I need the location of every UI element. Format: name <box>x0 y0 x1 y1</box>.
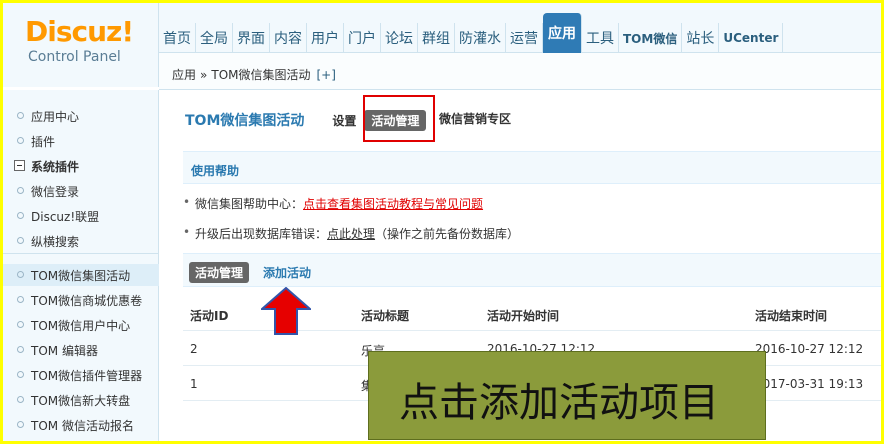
column-header-title: 活动标题 <box>361 309 410 323</box>
breadcrumb-separator: » <box>200 68 208 82</box>
bullet-icon: • <box>183 225 191 239</box>
topnav-item[interactable]: 群组 <box>418 23 455 53</box>
topnav-item[interactable]: 运营 <box>506 23 543 53</box>
help-row-db-error: • 升级后出现数据库错误：点此处理（操作之前先备份数据库） <box>183 225 520 242</box>
bullet-icon <box>17 421 24 428</box>
activity-manage-button[interactable]: 活动管理 <box>189 262 250 283</box>
topnav-item[interactable]: 首页 <box>159 23 196 53</box>
sidebar-item-tom-editor[interactable]: TOM 编辑器 <box>3 339 159 361</box>
bullet-icon <box>17 237 24 244</box>
cell-id: 2 <box>190 342 198 356</box>
help-row-text: 微信集图帮助中心： <box>195 197 304 211</box>
db-fix-link[interactable]: 点此处理 <box>327 227 375 241</box>
sidebar-item-tom-user-center[interactable]: TOM微信用户中心 <box>3 314 159 336</box>
bullet-icon: • <box>183 195 191 209</box>
sidebar-item-label: TOM微信用户中心 <box>31 318 131 333</box>
sidebar-item-label: 系统插件 <box>31 159 80 174</box>
cell-id: 1 <box>190 377 198 391</box>
bullet-icon <box>17 321 24 328</box>
callout-text: 点击添加活动项目 <box>399 380 719 426</box>
help-row-text: 升级后出现数据库错误： <box>195 227 328 241</box>
bullet-icon <box>17 137 24 144</box>
topnav-item[interactable]: 用户 <box>307 23 344 53</box>
sidebar-item-discuz-union[interactable]: Discuz!联盟 <box>3 205 159 227</box>
logo[interactable]: Discuz! Control Panel <box>3 3 159 87</box>
help-header-label: 使用帮助 <box>191 164 240 178</box>
sidebar-item-label: TOM微信集图活动 <box>31 268 131 283</box>
bullet-icon <box>17 371 24 378</box>
help-center-link[interactable]: 点击查看集图活动教程与常见问题 <box>303 197 483 211</box>
sidebar: 应用中心 插件 系统插件 微信登录 Discuz!联盟 纵横搜索 TOM微信集图… <box>3 90 159 441</box>
bullet-icon <box>17 112 24 119</box>
topnav-item[interactable]: TOM微信 <box>619 23 683 53</box>
tab-settings[interactable]: 设置 <box>332 112 356 129</box>
sidebar-item-tom-wheel[interactable]: TOM微信新大转盘 <box>3 389 159 411</box>
sidebar-item-label: 应用中心 <box>31 109 80 124</box>
header: Discuz! Control Panel 首页 全局 界面 内容 用户 门户 论坛 群组 防灌… <box>3 3 881 90</box>
topnav-item[interactable]: UCenter <box>719 23 784 53</box>
breadcrumb-parent[interactable]: 应用 <box>172 68 196 82</box>
cell-end: 2017-03-31 19:13 <box>755 377 864 391</box>
tab-highlight-box <box>363 95 435 142</box>
bullet-icon <box>17 187 24 194</box>
tab-wechat-marketing[interactable]: 微信营销专区 <box>439 110 511 127</box>
sidebar-item-plugins[interactable]: 插件 <box>3 130 159 152</box>
sidebar-item-label: TOM 微信活动报名 <box>31 418 134 433</box>
topnav-item[interactable]: 防灌水 <box>455 23 506 53</box>
cell-end: 2016-10-27 12:12 <box>755 342 864 356</box>
topnav-item[interactable]: 内容 <box>270 23 307 53</box>
sidebar-item-label: 微信登录 <box>31 184 80 199</box>
topnav-item[interactable]: 论坛 <box>381 23 418 53</box>
breadcrumb-current: TOM微信集图活动 <box>211 68 311 82</box>
sidebar-item-tom-signup[interactable]: TOM 微信活动报名 <box>3 414 159 436</box>
bullet-icon <box>17 396 24 403</box>
arrow-up-icon <box>261 287 311 335</box>
top-nav: 首页 全局 界面 内容 用户 门户 论坛 群组 防灌水 运营 应用 工具 TOM微信 站长 UCenter <box>159 3 881 53</box>
sidebar-item-label: 纵横搜索 <box>31 234 80 249</box>
topnav-item[interactable]: 工具 <box>582 23 619 53</box>
topnav-item[interactable]: 门户 <box>344 23 381 53</box>
column-header-id: 活动ID <box>190 309 229 323</box>
logo-name: Discuz! <box>25 15 134 48</box>
sidebar-divider <box>3 253 159 254</box>
admin-frame: Discuz! Control Panel 首页 全局 界面 内容 用户 门户 论坛 群组 防灌… <box>3 3 881 441</box>
sidebar-item-label: TOM 编辑器 <box>31 343 98 358</box>
logo-subtitle: Control Panel <box>28 49 121 65</box>
callout-annotation: 点击添加活动项目 <box>368 351 766 440</box>
sidebar-item-label: TOM微信商城优惠卷 <box>31 293 143 308</box>
sidebar-item-label: 插件 <box>31 134 56 149</box>
topnav-item[interactable]: 全局 <box>196 23 233 53</box>
collapse-icon[interactable] <box>14 160 25 171</box>
breadcrumb: 应用 » TOM微信集图活动 [+] <box>159 53 881 90</box>
topnav-item[interactable]: 站长 <box>682 23 720 53</box>
bullet-icon <box>17 346 24 353</box>
help-row-note: （操作之前先备份数据库） <box>375 227 520 241</box>
sidebar-item-search[interactable]: 纵横搜索 <box>3 230 159 252</box>
action-bar: 活动管理 添加活动 <box>183 253 881 287</box>
bullet-icon <box>17 212 24 219</box>
sidebar-item-tom-plugin-manager[interactable]: TOM微信插件管理器 <box>3 364 159 386</box>
sidebar-item-tom-photo-activity[interactable]: TOM微信集图活动 <box>3 264 159 286</box>
sidebar-item-app-center[interactable]: 应用中心 <box>3 105 159 127</box>
sidebar-item-label: Discuz!联盟 <box>31 209 100 224</box>
add-shortcut-button[interactable]: [+] <box>317 68 336 82</box>
column-header-end: 活动结束时间 <box>755 309 828 323</box>
sidebar-item-wechat-login[interactable]: 微信登录 <box>3 180 159 202</box>
sidebar-category-system-plugins[interactable]: 系统插件 <box>3 155 159 177</box>
bullet-icon <box>17 271 24 278</box>
sidebar-item-label: TOM微信插件管理器 <box>31 368 143 383</box>
help-row-center: • 微信集图帮助中心：点击查看集图活动教程与常见问题 <box>183 195 483 212</box>
page-title: TOM微信集图活动 <box>185 113 305 129</box>
sidebar-item-label: TOM微信新大转盘 <box>31 393 131 408</box>
sidebar-item-tom-coupon[interactable]: TOM微信商城优惠卷 <box>3 289 159 311</box>
add-activity-link[interactable]: 添加活动 <box>263 264 311 281</box>
topnav-item[interactable]: 界面 <box>233 23 270 53</box>
bullet-icon <box>17 296 24 303</box>
help-header: 使用帮助 <box>183 151 881 184</box>
topnav-item[interactable]: 应用 <box>543 13 582 53</box>
column-header-start: 活动开始时间 <box>487 309 560 323</box>
